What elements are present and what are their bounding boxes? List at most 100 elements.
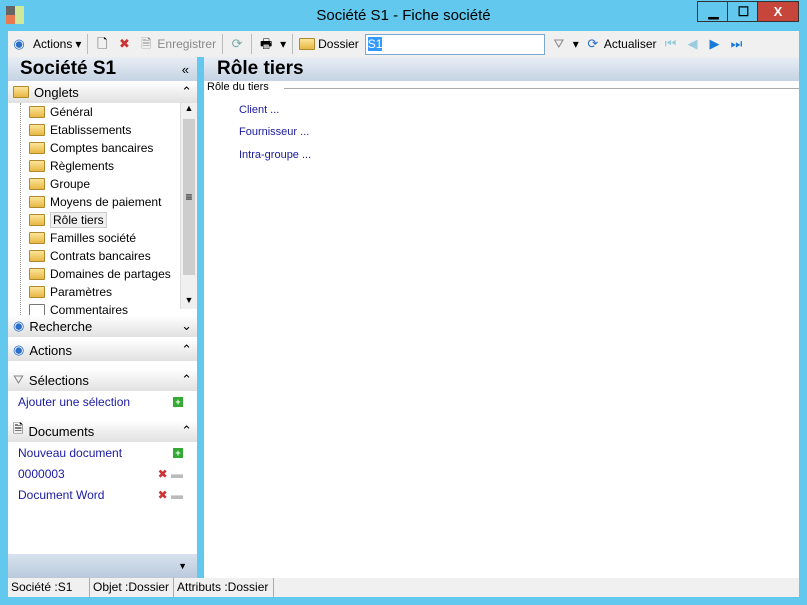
scroll-thumb[interactable]: ≡ <box>183 119 195 275</box>
separator <box>251 34 253 54</box>
save-icon: 🗎 <box>141 36 152 51</box>
actions-header[interactable]: ◉ Actions ⌃ <box>8 339 197 361</box>
separator <box>222 34 224 54</box>
dossier-button[interactable]: Dossier <box>299 37 359 51</box>
dossier-input[interactable]: S1 <box>364 33 545 55</box>
add-icon[interactable]: + <box>173 447 183 458</box>
group-line <box>284 88 799 89</box>
document-icon: 🗎 <box>13 421 24 436</box>
main-panel: Rôle tiers Rôle du tiers Client ... Four… <box>204 57 799 578</box>
collapse-panel-icon[interactable]: « <box>182 62 189 77</box>
delete-icon[interactable]: ✖ <box>158 488 168 502</box>
collapse-icon[interactable]: ⌃ <box>181 372 192 388</box>
document-icon <box>29 304 45 315</box>
tab-item-label: Moyens de paiement <box>50 195 162 209</box>
refresh-icon: ⟳ <box>587 36 599 51</box>
target-icon: ◉ <box>13 36 25 51</box>
tab-item[interactable]: Etablissements <box>21 121 197 139</box>
next-record-icon[interactable]: ▶ <box>707 36 723 52</box>
folder-icon <box>29 196 45 208</box>
tab-item-label: Etablissements <box>50 123 132 137</box>
tab-item[interactable]: Paramètres <box>21 283 197 301</box>
tab-item[interactable]: Domaines de partages <box>21 265 197 283</box>
documents-header[interactable]: 🗎 Documents ⌃ <box>8 420 197 442</box>
refresh-label: Actualiser <box>603 37 657 51</box>
refresh-button[interactable]: ⟳ Actualiser <box>585 36 657 52</box>
filter-dropdown-icon[interactable]: ▾ <box>573 37 579 51</box>
expand-icon[interactable]: ⌄ <box>181 318 192 334</box>
save-button[interactable]: 🗎 Enregistrer <box>138 36 216 52</box>
actions-label: Actions <box>33 37 73 51</box>
folder-icon <box>29 286 45 298</box>
folder-icon <box>29 106 45 118</box>
tab-item[interactable]: Comptes bancaires <box>21 139 197 157</box>
tab-item[interactable]: Commentaires <box>21 301 197 315</box>
print-icon[interactable]: 🖶 <box>258 36 274 52</box>
collapse-icon[interactable]: ⌃ <box>181 423 192 439</box>
client-link[interactable]: Client ... <box>239 104 279 116</box>
tree-scrollbar[interactable]: ▲ ≡ ▼ <box>180 103 197 309</box>
tab-item[interactable]: Rôle tiers <box>21 211 197 229</box>
tab-item[interactable]: Général <box>21 103 197 121</box>
fournisseur-link[interactable]: Fournisseur ... <box>239 126 309 138</box>
tab-item[interactable]: Règlements <box>21 157 197 175</box>
onglets-header[interactable]: Onglets ⌃ <box>8 81 197 103</box>
target-icon: ◉ <box>13 318 25 333</box>
tab-item[interactable]: Contrats bancaires <box>21 247 197 265</box>
actions-section-label: Actions <box>29 342 72 358</box>
recherche-header[interactable]: ◉ Recherche ⌄ <box>8 315 197 337</box>
folder-icon <box>29 268 45 280</box>
tab-item[interactable]: Familles société <box>21 229 197 247</box>
minimize-button[interactable]: ▁ <box>697 1 730 22</box>
delete-icon[interactable]: ✖ <box>116 36 132 52</box>
window-title: Société S1 - Fiche société <box>316 7 491 24</box>
toolbar: ◉ Actions ▾ 🗋 ✖ 🗎 Enregistrer ⟳ 🖶 ▾ Dossier… <box>8 31 799 57</box>
first-record-icon[interactable]: ⏮ <box>663 36 679 52</box>
previous-record-icon[interactable]: ◀ <box>685 36 701 52</box>
actions-menu[interactable]: Actions ▾ <box>33 37 81 51</box>
add-selection-link[interactable]: Ajouter une sélection <box>18 395 130 409</box>
print-icon[interactable]: ▬ <box>171 488 183 502</box>
tab-item-label: Rôle tiers <box>50 212 107 228</box>
tab-item-label: Groupe <box>50 177 91 191</box>
panel-menu-icon[interactable]: ▼ <box>8 554 197 578</box>
tab-item[interactable]: Moyens de paiement <box>21 193 197 211</box>
filter-icon[interactable]: ⛛ <box>551 36 567 52</box>
new-document-link[interactable]: Nouveau document <box>18 446 122 460</box>
intra-groupe-link[interactable]: Intra-groupe ... <box>239 149 311 161</box>
save-label: Enregistrer <box>157 37 217 51</box>
document-link[interactable]: Document Word <box>18 488 104 502</box>
left-panel: Société S1 « Onglets ⌃ Général Etablissemen… <box>8 57 197 578</box>
tab-item[interactable]: Groupe <box>21 175 197 193</box>
status-objet: Objet :Dossier <box>90 578 174 597</box>
tab-item-label: Commentaires <box>50 303 129 315</box>
tab-item-label: Domaines de partages <box>50 267 171 281</box>
group-label: Rôle du tiers <box>207 81 269 93</box>
maximize-button[interactable]: ☐ <box>727 1 760 22</box>
scroll-down-icon[interactable]: ▼ <box>181 295 197 309</box>
document-link[interactable]: 0000003 <box>18 467 65 481</box>
tab-item-label: Contrats bancaires <box>50 249 151 263</box>
onglets-label: Onglets <box>34 84 79 100</box>
close-button[interactable]: X <box>757 1 799 22</box>
folder-icon <box>29 124 45 136</box>
add-icon[interactable]: + <box>173 396 183 407</box>
folder-icon <box>29 142 45 154</box>
filter-icon: ⛛ <box>13 372 24 387</box>
print-dropdown-icon[interactable]: ▾ <box>280 37 286 51</box>
selections-header[interactable]: ⛛ Sélections ⌃ <box>8 369 197 391</box>
tab-item-label: Paramètres <box>50 285 113 299</box>
delete-icon[interactable]: ✖ <box>158 467 168 481</box>
print-icon[interactable]: ▬ <box>171 467 183 481</box>
folder-icon <box>29 214 45 226</box>
left-panel-title: Société S1 <box>20 58 117 79</box>
tab-item-label: Général <box>50 105 93 119</box>
folder-icon <box>299 38 316 50</box>
new-icon[interactable]: 🗋 <box>94 36 110 52</box>
collapse-icon[interactable]: ⌃ <box>181 342 192 358</box>
recherche-label: Recherche <box>29 318 93 334</box>
collapse-icon[interactable]: ⌃ <box>181 84 192 100</box>
last-record-icon[interactable]: ⏭ <box>729 36 745 52</box>
sync-icon[interactable]: ⟳ <box>229 36 245 52</box>
scroll-up-icon[interactable]: ▲ <box>181 103 197 117</box>
